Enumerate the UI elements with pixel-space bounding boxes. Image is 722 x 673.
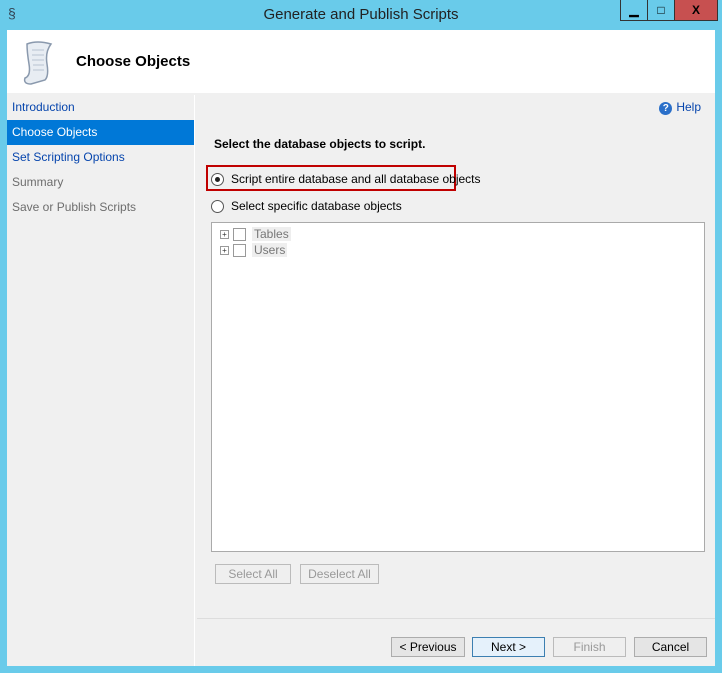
- minimize-button[interactable]: ▁: [620, 0, 648, 21]
- main-panel: ? Help Select the database objects to scr…: [197, 95, 715, 666]
- sidebar-item-summary: Summary: [12, 175, 64, 189]
- radio-label: Script entire database and all database …: [231, 172, 481, 186]
- sidebar-item-save-or-publish: Save or Publish Scripts: [12, 200, 137, 214]
- help-icon: ?: [659, 102, 673, 115]
- next-button[interactable]: Next >: [472, 637, 545, 657]
- help-label: Help: [676, 100, 701, 114]
- close-button[interactable]: X: [674, 0, 718, 21]
- header: Choose Objects: [7, 30, 715, 93]
- sidebar-item-choose-objects[interactable]: Choose Objects: [7, 120, 194, 145]
- select-all-button[interactable]: Select All: [215, 564, 291, 584]
- maximize-button[interactable]: □: [647, 0, 675, 21]
- node-label: Tables: [252, 227, 291, 241]
- radio-select-specific-objects[interactable]: Select specific database objects: [211, 199, 402, 213]
- deselect-all-button[interactable]: Deselect All: [300, 564, 379, 584]
- help-link[interactable]: ? Help: [659, 100, 701, 115]
- checkbox[interactable]: [233, 243, 246, 257]
- expand-icon[interactable]: +: [220, 245, 229, 255]
- page-title: Choose Objects: [76, 53, 191, 70]
- finish-button[interactable]: Finish: [553, 637, 626, 657]
- divider: [197, 618, 715, 619]
- title-bar: § Generate and Publish Scripts ▁ □ X: [0, 0, 722, 30]
- radio-script-entire-database[interactable]: Script entire database and all database …: [211, 172, 481, 186]
- radio-button[interactable]: [211, 199, 224, 213]
- previous-button[interactable]: < Previous: [391, 637, 465, 657]
- tree-node-users[interactable]: + Users: [220, 243, 288, 257]
- tree-node-tables[interactable]: + Tables: [220, 227, 291, 241]
- sidebar-item-introduction[interactable]: Introduction: [7, 95, 194, 120]
- prompt-text: Select the database objects to script.: [214, 137, 426, 151]
- sidebar-item-set-scripting-options[interactable]: Set Scripting Options: [7, 145, 194, 170]
- cancel-button[interactable]: Cancel: [634, 637, 707, 657]
- object-tree[interactable]: + Tables + Users: [211, 222, 705, 552]
- checkbox[interactable]: [233, 227, 246, 241]
- sidebar: Introduction Choose Objects Set Scriptin…: [7, 95, 195, 666]
- node-label: Users: [252, 243, 288, 257]
- script-scroll-icon: [23, 41, 53, 85]
- window-title: Generate and Publish Scripts: [263, 6, 459, 23]
- radio-label: Select specific database objects: [231, 199, 402, 213]
- expand-icon[interactable]: +: [220, 229, 229, 239]
- radio-button[interactable]: [211, 172, 224, 186]
- dialog-client: Choose Objects Introduction Choose Objec…: [7, 30, 715, 666]
